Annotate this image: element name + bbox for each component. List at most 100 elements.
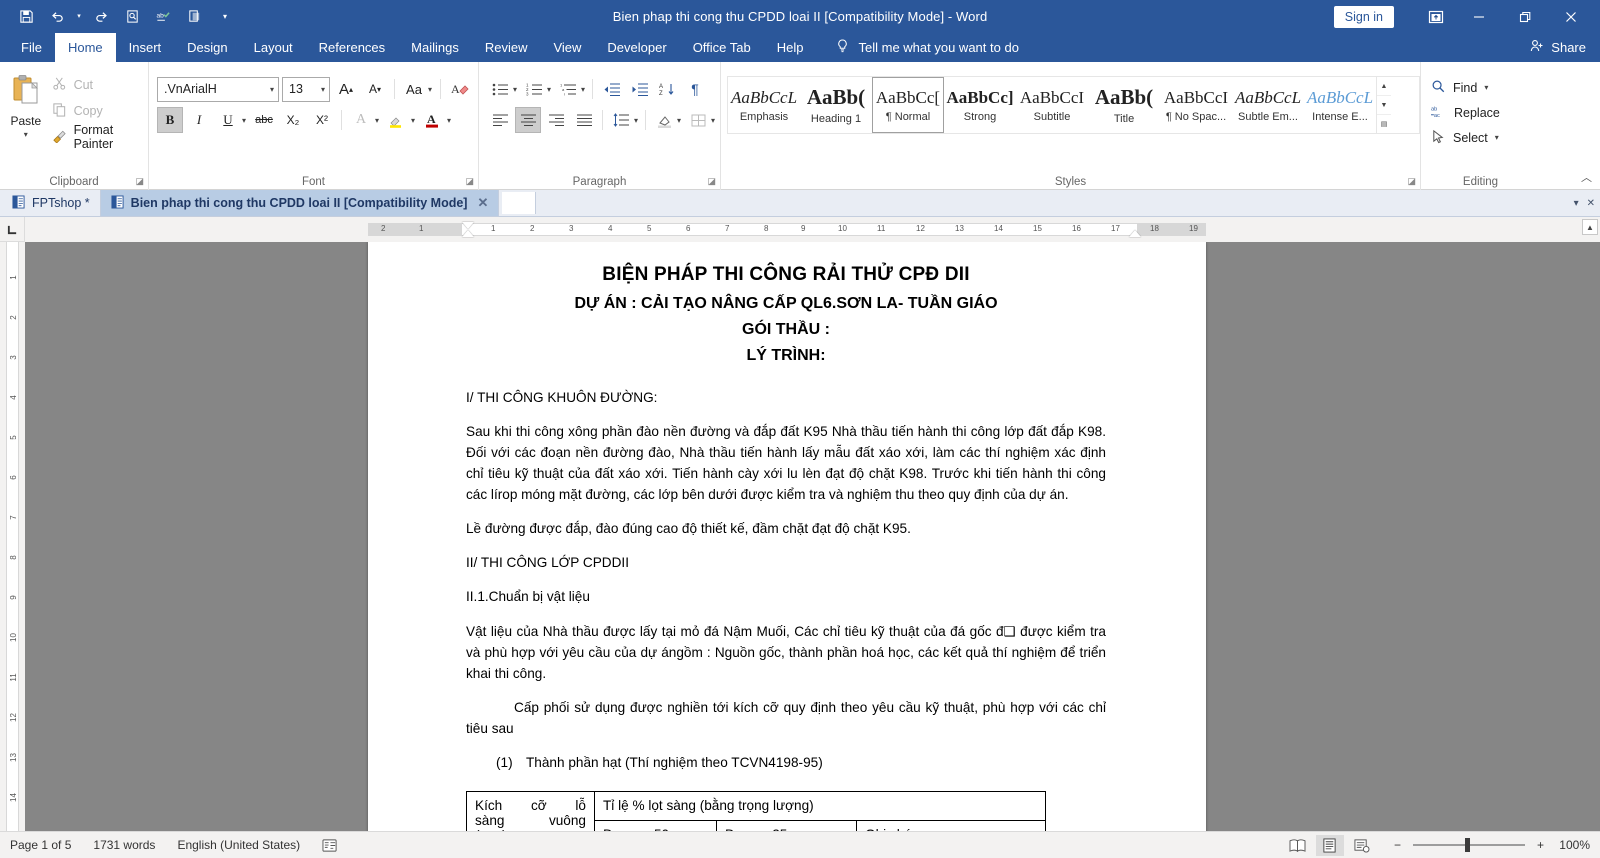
select-button[interactable]: Select ▾ bbox=[1431, 126, 1540, 149]
collapse-ribbon-icon[interactable]: ︿ bbox=[1581, 169, 1592, 185]
style-item-emphasis[interactable]: AaBbCcL Emphasis bbox=[728, 77, 800, 133]
horizontal-ruler[interactable]: 2 1 1 2 3 4 5 6 7 8 9 10 11 12 13 14 15 … bbox=[25, 217, 1600, 242]
font-size-chevron-down-icon[interactable]: ▾ bbox=[317, 85, 325, 94]
print-preview-icon[interactable] bbox=[118, 4, 146, 30]
ribbon-display-options-icon[interactable] bbox=[1416, 4, 1456, 30]
first-line-indent-marker[interactable] bbox=[462, 222, 474, 229]
align-right-button[interactable] bbox=[543, 107, 569, 133]
ribbon-tab-file[interactable]: File bbox=[8, 33, 55, 62]
bullets-chevron-down-icon[interactable]: ▾ bbox=[513, 85, 517, 94]
share-button[interactable]: Share bbox=[1529, 38, 1586, 57]
ribbon-tab-developer[interactable]: Developer bbox=[594, 33, 679, 62]
paste-dropdown-icon[interactable]: ▾ bbox=[24, 130, 28, 139]
text-effects-chevron-down-icon[interactable]: ▾ bbox=[375, 116, 379, 125]
borders-button[interactable] bbox=[685, 107, 711, 133]
tell-me-search[interactable]: Tell me what you want to do bbox=[817, 33, 1019, 62]
style-item-heading-1[interactable]: AaBb( Heading 1 bbox=[800, 77, 872, 133]
shrink-font-button[interactable]: A ▾ bbox=[362, 76, 388, 102]
find-chevron-down-icon[interactable]: ▾ bbox=[1484, 83, 1488, 92]
format-painter-button[interactable]: Format Painter bbox=[52, 123, 148, 151]
style-item-intense-emphasis[interactable]: AaBbCcL Intense E... bbox=[1304, 77, 1376, 133]
italic-button[interactable]: I bbox=[186, 107, 212, 133]
word-count[interactable]: 1731 words bbox=[93, 838, 155, 852]
document-tab-close-icon[interactable]: ✕ bbox=[477, 195, 488, 211]
justify-button[interactable] bbox=[571, 107, 597, 133]
ribbon-tab-review[interactable]: Review bbox=[472, 33, 541, 62]
font-color-button[interactable]: A bbox=[420, 107, 446, 133]
line-spacing-chevron-down-icon[interactable]: ▾ bbox=[634, 116, 638, 125]
styles-scroll-up-icon[interactable]: ▲ bbox=[1377, 77, 1391, 96]
ribbon-tab-design[interactable]: Design bbox=[174, 33, 240, 62]
table-cell-passing-header[interactable]: Tỉ lệ % lọt sàng (bằng trọng lượng) bbox=[594, 790, 1046, 821]
right-indent-marker[interactable] bbox=[1129, 230, 1141, 237]
decrease-indent-button[interactable] bbox=[598, 76, 624, 102]
increase-indent-button[interactable] bbox=[626, 76, 652, 102]
change-case-chevron-down-icon[interactable]: ▾ bbox=[428, 85, 432, 94]
font-size-combobox[interactable]: 13 ▾ bbox=[282, 76, 330, 102]
style-item-strong[interactable]: AaBbCc] Strong bbox=[944, 77, 1016, 133]
superscript-button[interactable]: X² bbox=[309, 107, 335, 133]
cut-button[interactable]: Cut bbox=[52, 74, 148, 95]
zoom-slider-thumb[interactable] bbox=[1464, 838, 1470, 852]
document-page[interactable]: BIỆN PHÁP THI CÔNG RẢI THỬ CPĐ DII DỰ ÁN… bbox=[368, 242, 1206, 857]
find-button[interactable]: Find ▾ bbox=[1431, 76, 1540, 99]
shading-chevron-down-icon[interactable]: ▾ bbox=[677, 116, 681, 125]
ribbon-tab-help[interactable]: Help bbox=[764, 33, 817, 62]
undo-icon[interactable] bbox=[43, 4, 71, 30]
document-tabs-close-icon[interactable]: ✕ bbox=[1587, 198, 1595, 209]
change-case-button[interactable]: Aa bbox=[401, 76, 427, 102]
hanging-indent-marker[interactable] bbox=[462, 230, 474, 237]
select-chevron-down-icon[interactable]: ▾ bbox=[1495, 133, 1499, 142]
show-formatting-marks-button[interactable]: ¶ bbox=[682, 76, 708, 102]
style-item-no-spacing[interactable]: AaBbCcI ¶ No Spac... bbox=[1160, 77, 1232, 133]
subscript-button[interactable]: X₂ bbox=[280, 107, 306, 133]
save-icon[interactable] bbox=[12, 4, 40, 30]
numbering-button[interactable]: 123 bbox=[521, 76, 547, 102]
replace-button[interactable]: ab ac Replace bbox=[1431, 101, 1540, 124]
document-tab-fptshop[interactable]: FPTshop * bbox=[2, 190, 101, 216]
paragraph-dialog-launcher-icon[interactable]: ◪ bbox=[707, 176, 716, 187]
copy-button[interactable]: Copy bbox=[52, 100, 148, 121]
styles-more-icon[interactable]: ▤ bbox=[1377, 115, 1391, 133]
ribbon-tab-home[interactable]: Home bbox=[54, 33, 116, 62]
undo-dropdown-icon[interactable]: ▾ bbox=[74, 4, 84, 30]
document-tabs-menu-icon[interactable]: ▾ bbox=[1574, 198, 1579, 209]
ribbon-tab-mailings[interactable]: Mailings bbox=[398, 33, 472, 62]
line-spacing-button[interactable] bbox=[608, 107, 634, 133]
redo-icon[interactable] bbox=[87, 4, 115, 30]
document-canvas[interactable]: BIỆN PHÁP THI CÔNG RẢI THỬ CPĐ DII DỰ ÁN… bbox=[25, 242, 1600, 857]
bullets-button[interactable] bbox=[487, 76, 513, 102]
grow-font-button[interactable]: A ▴ bbox=[333, 76, 359, 102]
text-effects-button[interactable]: A bbox=[348, 107, 374, 133]
scroll-up-button[interactable]: ▲ bbox=[1582, 219, 1598, 235]
web-layout-button[interactable] bbox=[1348, 835, 1376, 856]
minimize-button[interactable] bbox=[1456, 1, 1502, 33]
multilevel-chevron-down-icon[interactable]: ▾ bbox=[581, 85, 585, 94]
underline-chevron-down-icon[interactable]: ▾ bbox=[242, 116, 246, 125]
read-mode-button[interactable] bbox=[1284, 835, 1312, 856]
style-item-subtitle[interactable]: AaBbCcI Subtitle bbox=[1016, 77, 1088, 133]
close-button[interactable] bbox=[1548, 1, 1594, 33]
font-dialog-launcher-icon[interactable]: ◪ bbox=[465, 176, 474, 187]
proofing-status-icon[interactable] bbox=[322, 838, 338, 853]
clear-formatting-button[interactable]: A bbox=[447, 76, 473, 102]
ribbon-tab-layout[interactable]: Layout bbox=[241, 33, 306, 62]
align-left-button[interactable] bbox=[487, 107, 513, 133]
zoom-level[interactable]: 100% bbox=[1548, 838, 1590, 852]
font-name-combobox[interactable]: .VnArialH ▾ bbox=[157, 76, 279, 102]
document-tab-bien-phap[interactable]: Bien phap thi cong thu CPDD loai II [Com… bbox=[100, 190, 500, 216]
zoom-in-button[interactable]: + bbox=[1537, 838, 1544, 852]
font-color-chevron-down-icon[interactable]: ▾ bbox=[447, 116, 451, 125]
document-content[interactable]: BIỆN PHÁP THI CÔNG RẢI THỬ CPĐ DII DỰ ÁN… bbox=[368, 242, 1206, 850]
ribbon-tab-office-tab[interactable]: Office Tab bbox=[680, 33, 764, 62]
underline-button[interactable]: U bbox=[215, 107, 241, 133]
restore-button[interactable] bbox=[1502, 1, 1548, 33]
ribbon-tab-view[interactable]: View bbox=[540, 33, 594, 62]
shading-button[interactable] bbox=[651, 107, 677, 133]
style-item-title[interactable]: AaBb( Title bbox=[1088, 77, 1160, 133]
ribbon-tab-references[interactable]: References bbox=[306, 33, 398, 62]
page-indicator[interactable]: Page 1 of 5 bbox=[10, 838, 71, 852]
borders-chevron-down-icon[interactable]: ▾ bbox=[711, 116, 715, 125]
customize-qat-icon[interactable]: ▾ bbox=[211, 4, 239, 30]
style-item-subtle-emphasis[interactable]: AaBbCcL Subtle Em... bbox=[1232, 77, 1304, 133]
